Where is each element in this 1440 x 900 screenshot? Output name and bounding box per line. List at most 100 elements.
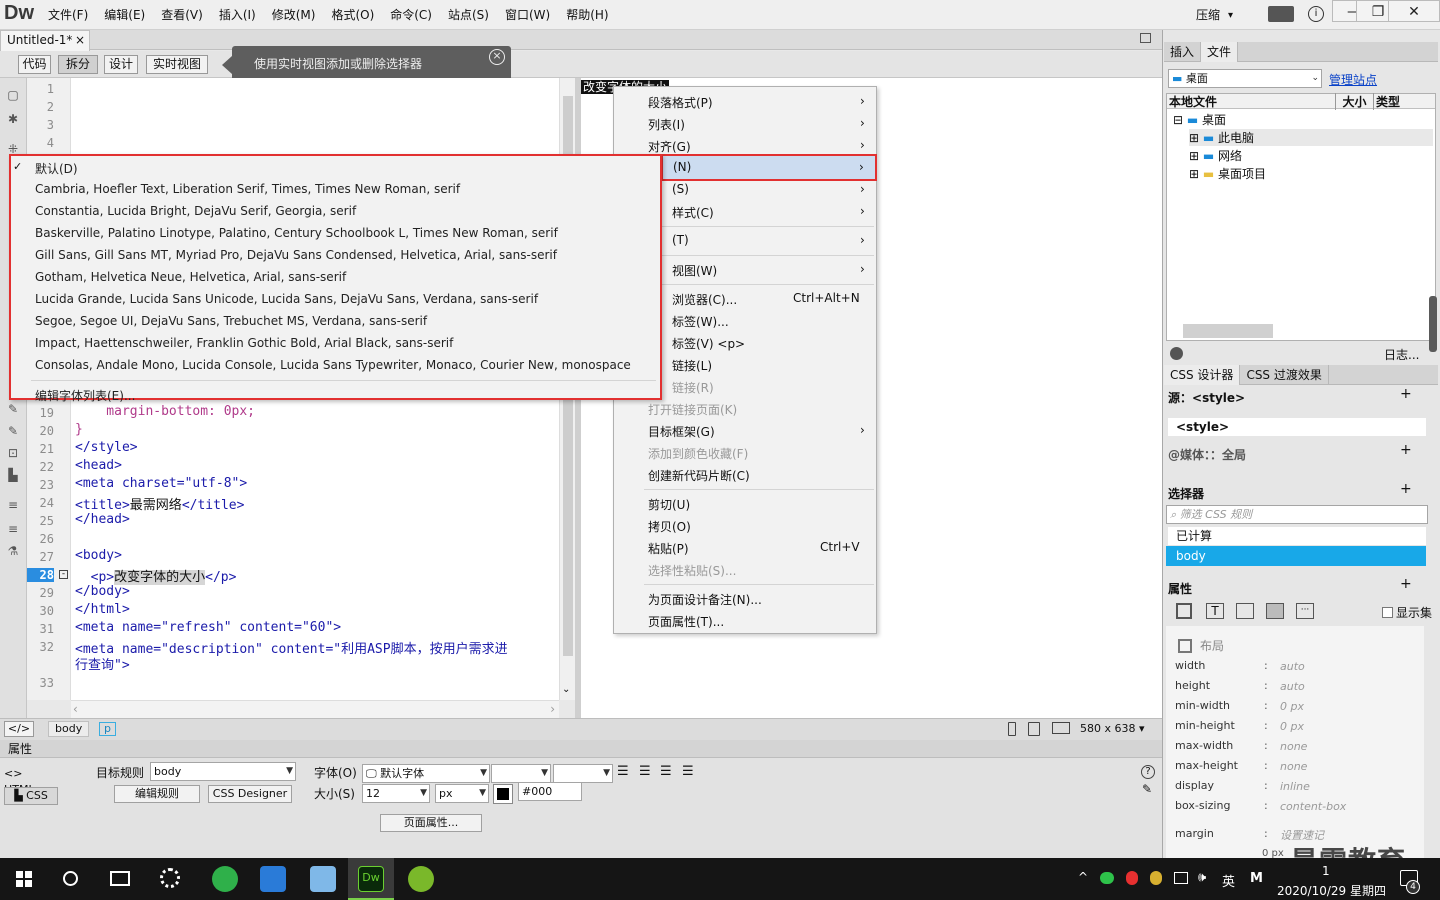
tree-horizontal-scrollbar[interactable] — [1183, 324, 1273, 338]
show-set-checkbox[interactable]: 显示集 — [1382, 604, 1432, 621]
menu-view[interactable]: 查看(V) — [153, 0, 211, 30]
layout-category-icon[interactable] — [1176, 603, 1192, 619]
font-option[interactable]: Consolas, Andale Mono, Lucida Console, L… — [35, 358, 631, 372]
font-option[interactable]: Impact, Haettenschweiler, Franklin Gothi… — [35, 336, 453, 350]
menu-item-align[interactable]: 对齐(G) › — [648, 138, 865, 155]
chevron-left-icon[interactable]: ‹ — [73, 702, 78, 716]
menu-site[interactable]: 站点(S) — [440, 0, 497, 30]
design-view-button[interactable]: 设计 — [104, 55, 138, 74]
document-tab[interactable]: Untitled-1* × — [0, 30, 90, 51]
tab-css-designer[interactable]: CSS 设计器 — [1164, 365, 1241, 385]
source-item[interactable]: <style> — [1168, 418, 1426, 436]
font-option[interactable]: Lucida Grande, Lucida Sans Unicode, Luci… — [35, 292, 538, 306]
menu-modify[interactable]: 修改(M) — [264, 0, 324, 30]
menu-item-cut[interactable]: 剪切(U) — [648, 496, 690, 513]
browser-app-icon[interactable] — [212, 866, 238, 892]
menu-item-paragraph[interactable]: 段落格式(P) › — [648, 94, 865, 111]
menu-insert[interactable]: 插入(I) — [211, 0, 264, 30]
fold-icon[interactable]: - — [59, 570, 68, 579]
menu-item-t[interactable]: (T) › — [672, 233, 865, 247]
menu-item-view[interactable]: 视图(W) › — [672, 262, 865, 279]
desktop-size-icon[interactable] — [1052, 722, 1070, 734]
close-icon[interactable]: × — [489, 49, 505, 65]
css-prop-value[interactable]: none — [1280, 740, 1307, 753]
border-category-icon[interactable] — [1236, 603, 1254, 619]
expand-icon[interactable]: ⊞ — [1189, 131, 1203, 145]
dreamweaver-app-icon[interactable]: Dw — [358, 866, 384, 892]
tree-item-this-pc[interactable]: ⊞ ▬ 此电脑 — [1189, 129, 1433, 146]
expand-icon[interactable]: ⊞ — [1189, 167, 1203, 181]
font-option[interactable]: Segoe, Segoe UI, DejaVu Sans, Trebuchet … — [35, 314, 427, 328]
close-icon[interactable]: × — [75, 31, 85, 50]
color-input[interactable]: #000 — [518, 782, 582, 801]
clock-time[interactable]: 1 — [1322, 864, 1330, 878]
tablet-size-icon[interactable] — [1028, 722, 1040, 736]
refresh-icon[interactable] — [1170, 347, 1183, 360]
snippet-icon[interactable]: ✎ — [6, 424, 20, 438]
align-justify-icon[interactable]: ☰ — [682, 764, 694, 779]
task-view-icon[interactable] — [110, 871, 130, 886]
green-app-icon[interactable] — [408, 866, 434, 892]
expand-icon[interactable]: ⊞ — [1189, 149, 1203, 163]
col-size[interactable]: 大小 — [1335, 92, 1373, 110]
css-prop-value[interactable]: 0 px — [1280, 720, 1304, 733]
network-tray-icon[interactable] — [1174, 872, 1188, 884]
ime-indicator[interactable]: 英 — [1222, 871, 1235, 890]
menu-item-font[interactable]: (N) › — [661, 154, 877, 181]
add-source-icon[interactable]: + — [1400, 386, 1412, 402]
quick-edit-icon[interactable]: ✎ — [1142, 782, 1152, 796]
restore-doc-icon[interactable] — [1140, 33, 1151, 43]
tab-css-transitions[interactable]: CSS 过渡效果 — [1240, 365, 1329, 385]
tray-chevron-icon[interactable]: ^ — [1078, 870, 1088, 884]
selector-computed[interactable]: 已计算 — [1168, 527, 1426, 545]
filter-css-input[interactable]: ⌕ 筛选 CSS 规则 — [1166, 505, 1428, 524]
apply-source-icon[interactable]: ⚗ — [6, 544, 20, 558]
log-button[interactable]: 日志... — [1384, 346, 1419, 363]
menu-item-list[interactable]: 列表(I) › — [648, 116, 865, 133]
menu-item-browser[interactable]: 浏览器(C)... Ctrl+Alt+N — [672, 291, 860, 308]
open-documents-icon[interactable]: ▢ — [6, 88, 20, 102]
page-properties-button[interactable]: 页面属性... — [380, 814, 482, 832]
qq-icon[interactable] — [1126, 871, 1138, 885]
add-selector-icon[interactable]: + — [1400, 481, 1412, 497]
windows-start-icon[interactable] — [16, 871, 32, 887]
menu-item-tag[interactable]: 标签(W)... — [672, 313, 729, 330]
background-category-icon[interactable] — [1266, 603, 1284, 619]
search-icon[interactable] — [63, 871, 78, 886]
format-icon[interactable]: ≡ — [6, 522, 20, 536]
edit-rule-button[interactable]: 编辑规则 — [114, 785, 200, 803]
close-window-button[interactable]: ✕ — [1388, 0, 1440, 22]
tree-item-desktop-items[interactable]: ⊞ ▬ 桌面项目 — [1189, 165, 1266, 182]
target-rule-select[interactable]: body ▼ — [150, 762, 296, 781]
indent-icon[interactable]: ▙ — [6, 468, 20, 482]
font-size-select[interactable]: 12 ▼ — [362, 784, 430, 803]
ime-mode-icon[interactable]: M — [1250, 871, 1263, 886]
tab-insert[interactable]: 插入 — [1164, 42, 1202, 62]
live-view-button[interactable]: 实时视图 — [146, 55, 208, 74]
align-center-icon[interactable]: ☰ — [639, 764, 651, 779]
css-prop-value[interactable]: auto — [1280, 660, 1305, 673]
help-icon[interactable]: ? — [1141, 765, 1155, 779]
manage-sites-link[interactable]: 管理站点 — [1329, 71, 1377, 88]
files-vertical-scrollbar[interactable] — [1429, 296, 1437, 352]
collapse-icon[interactable]: ✱ — [6, 112, 20, 126]
outdent-icon[interactable]: ≡ — [6, 498, 20, 512]
font-weight-select[interactable]: ▼ — [553, 764, 613, 783]
menu-edit[interactable]: 编辑(E) — [96, 0, 153, 30]
code-tag-icon[interactable]: </> — [4, 721, 34, 737]
code-view-button[interactable]: 代码 — [18, 55, 51, 74]
css-prop-value[interactable]: content-box — [1280, 800, 1346, 813]
mobile-size-icon[interactable] — [1008, 722, 1016, 736]
more-category-icon[interactable]: ··· — [1296, 603, 1314, 619]
font-option[interactable]: Cambria, Hoefler Text, Liberation Serif,… — [35, 182, 460, 196]
notepad-app-icon[interactable] — [310, 866, 336, 892]
font-option[interactable]: Baskerville, Palatino Linotype, Palatino… — [35, 226, 558, 240]
chevron-right-icon[interactable]: › — [550, 702, 555, 716]
info-icon[interactable]: i — [1308, 6, 1324, 22]
menu-commands[interactable]: 命令(C) — [382, 0, 440, 30]
menu-file[interactable]: 文件(F) — [40, 0, 96, 30]
pinwheel-app-icon[interactable] — [160, 868, 180, 888]
css-prop-value[interactable]: inline — [1280, 780, 1310, 793]
menu-item-page-properties[interactable]: 页面属性(T)... — [648, 613, 724, 630]
align-left-icon[interactable]: ☰ — [617, 764, 629, 779]
